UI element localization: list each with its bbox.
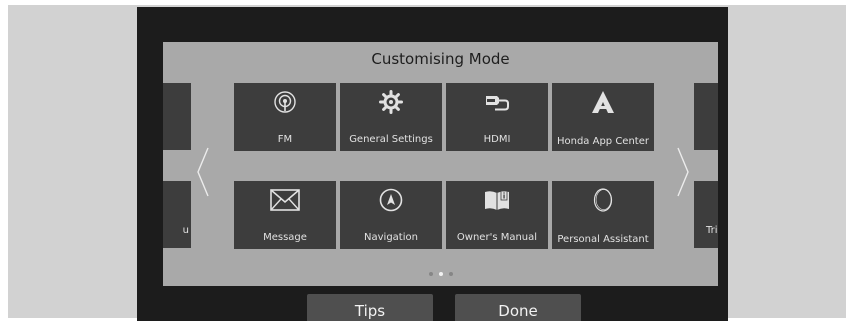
partial-tile-right-top[interactable]: [694, 83, 718, 150]
next-page-arrow[interactable]: [676, 146, 690, 198]
app-center-icon: [552, 89, 654, 115]
tile-general-settings[interactable]: General Settings: [340, 83, 442, 151]
tile-label: FM: [277, 134, 293, 145]
tile-label: HDMI: [483, 134, 511, 145]
display-screen: Customising Mode u Trip: [137, 7, 728, 321]
page-dot-active[interactable]: [438, 272, 443, 276]
tile-personal-assistant[interactable]: Personal Assistant: [552, 181, 654, 249]
partial-tile-right-bottom[interactable]: Trip: [694, 181, 718, 248]
assistant-icon: [552, 187, 654, 213]
envelope-icon: [234, 187, 336, 213]
tile-label: Navigation: [364, 232, 418, 243]
tips-button[interactable]: Tips: [307, 294, 433, 321]
page-title: Customising Mode: [371, 50, 510, 68]
previous-page-arrow[interactable]: [196, 146, 210, 198]
tile-fm[interactable]: FM: [234, 83, 336, 151]
customising-panel: Customising Mode u Trip: [163, 42, 718, 286]
partial-tile-label: Trip: [706, 225, 718, 236]
page-dot[interactable]: [448, 272, 453, 276]
tile-label: Message: [263, 232, 307, 243]
navigation-icon: [340, 187, 442, 213]
tile-label: General Settings: [349, 134, 433, 145]
tile-honda-app-center[interactable]: Honda App Center: [552, 83, 654, 151]
tile-label: Honda App Center: [556, 136, 649, 147]
tile-hdmi[interactable]: HDMI: [446, 83, 548, 151]
pagination-dots: [163, 272, 718, 276]
tile-owners-manual[interactable]: Owner's Manual: [446, 181, 548, 249]
tile-label: Personal Assistant: [557, 234, 649, 245]
tile-label: Owner's Manual: [456, 232, 538, 243]
tile-message[interactable]: Message: [234, 181, 336, 249]
done-button[interactable]: Done: [455, 294, 581, 321]
book-icon: [446, 187, 548, 213]
gear-icon: [340, 89, 442, 115]
tile-navigation[interactable]: Navigation: [340, 181, 442, 249]
page-dot[interactable]: [428, 272, 433, 276]
radio-icon: [234, 89, 336, 115]
partial-tile-label: u: [182, 225, 189, 236]
hdmi-icon: [446, 89, 548, 115]
partial-tile-left-top[interactable]: [163, 83, 191, 150]
partial-tile-left-bottom[interactable]: u: [163, 181, 191, 248]
